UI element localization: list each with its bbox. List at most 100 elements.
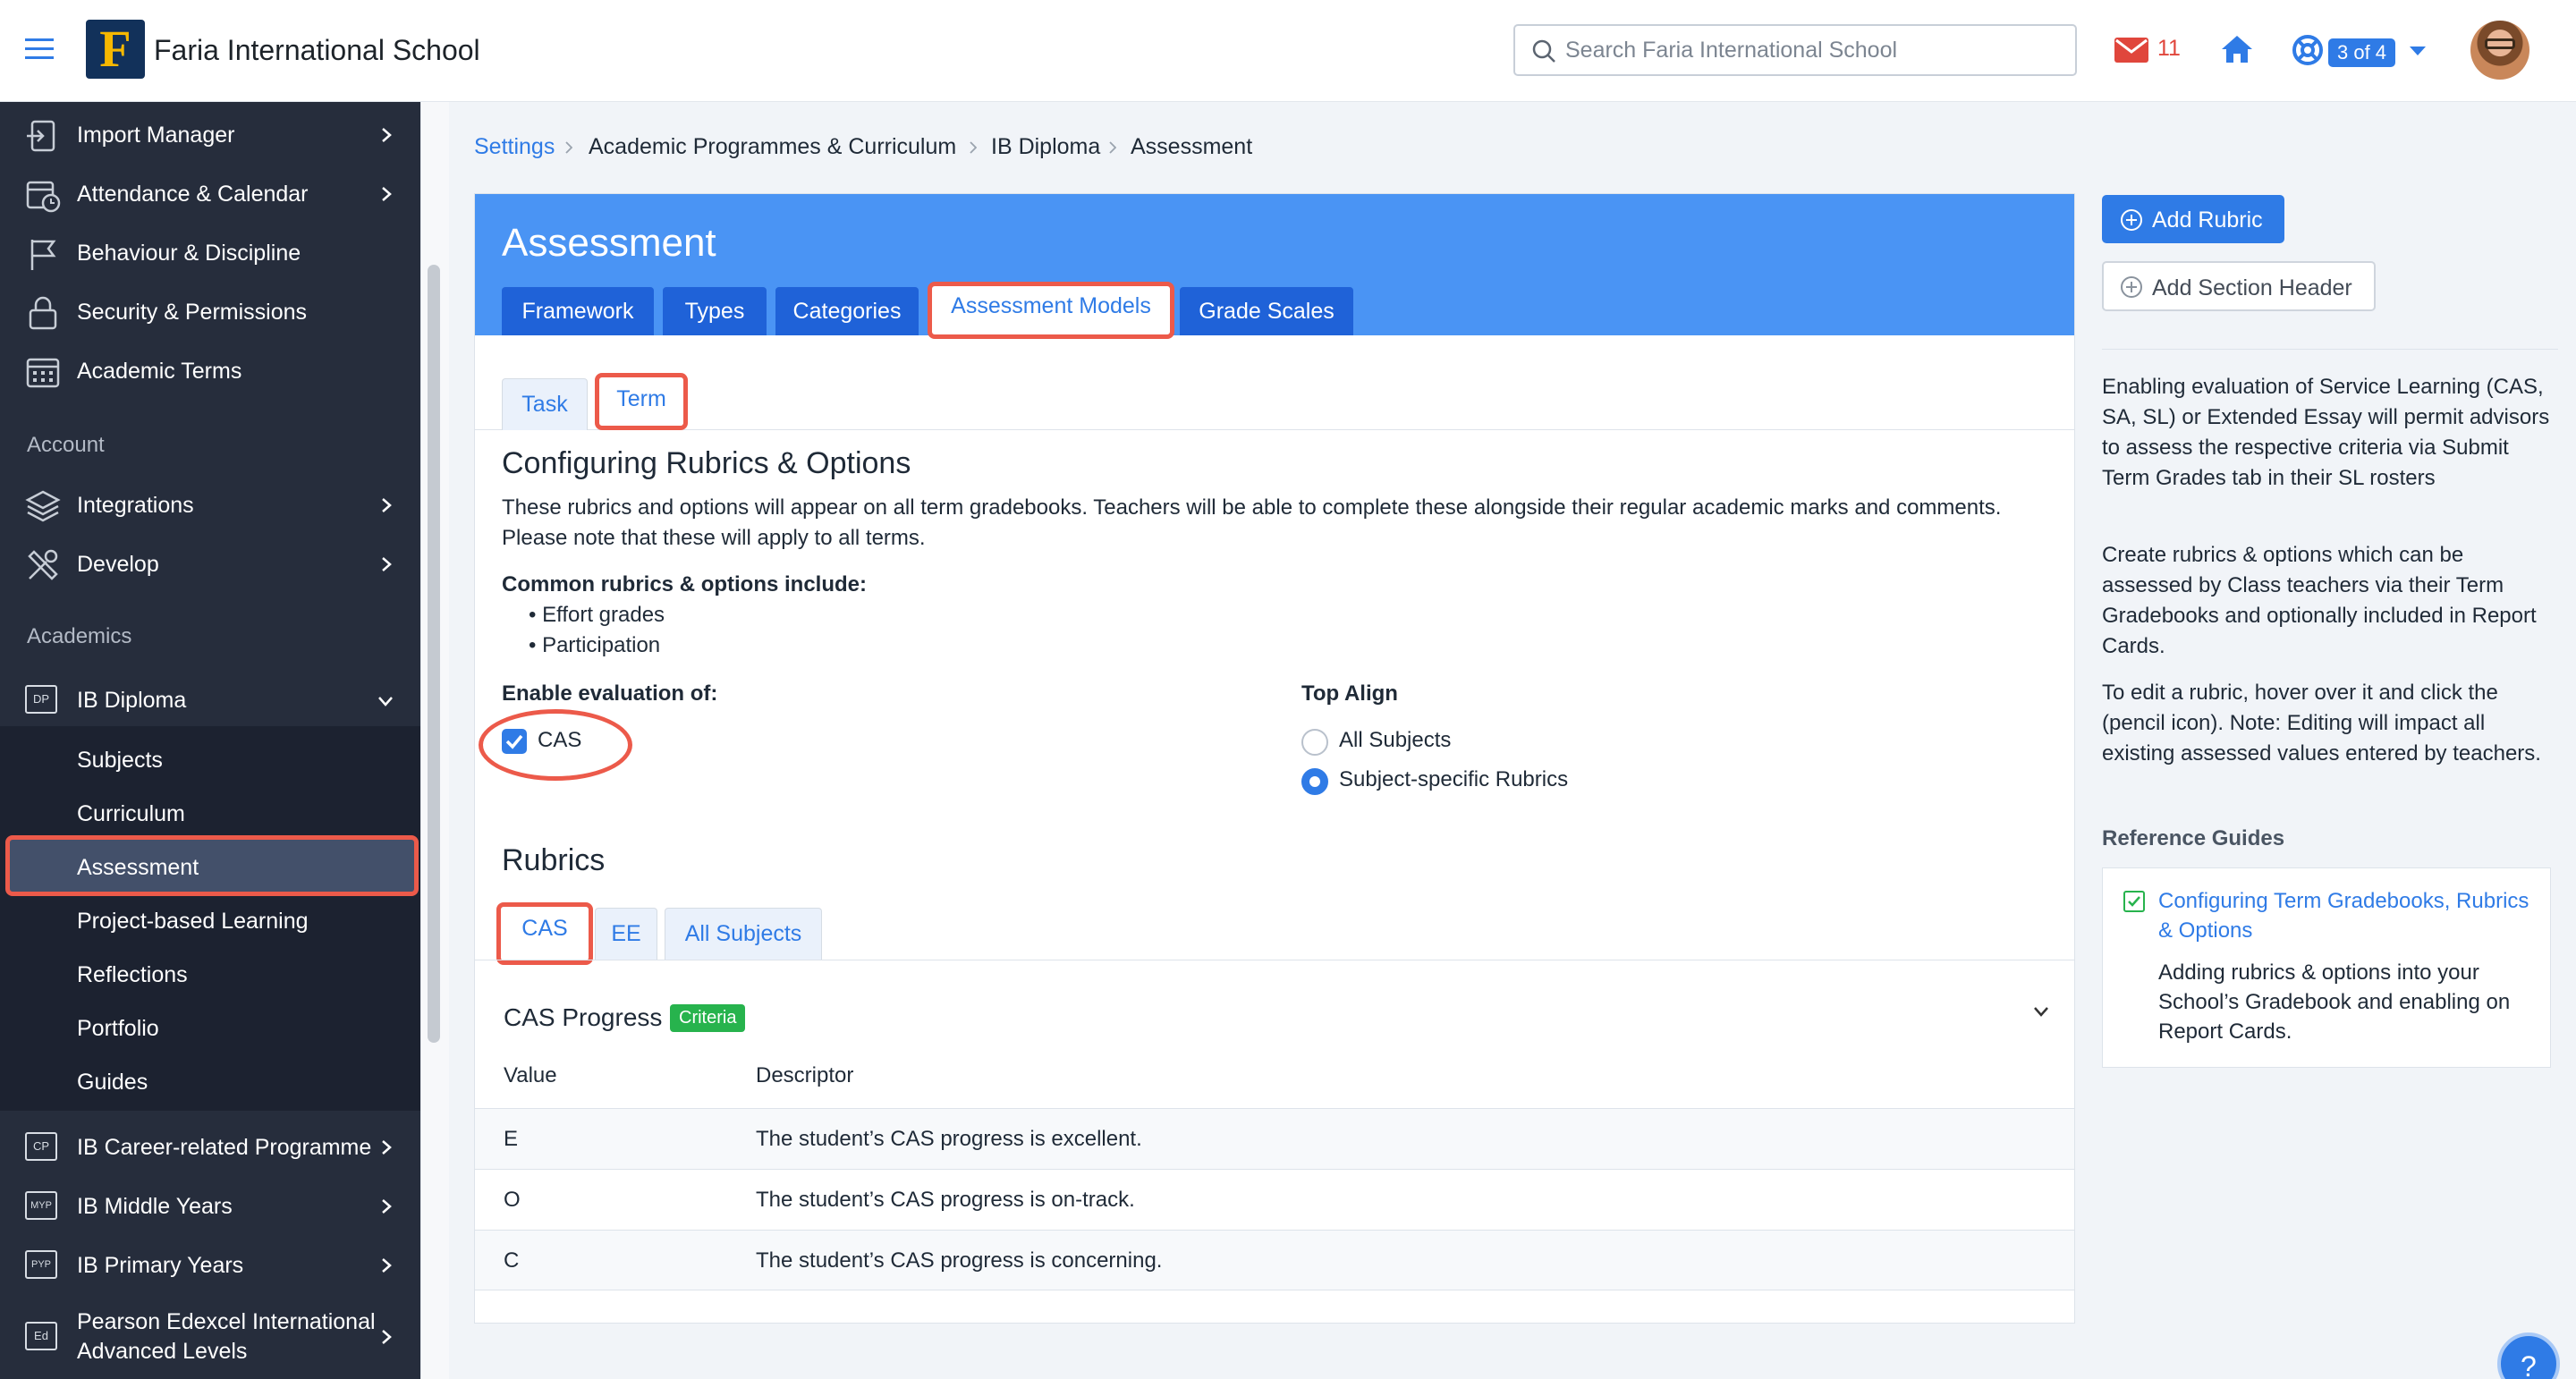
sidebar-item-ib-middle-years[interactable]: MYP IB Middle Years bbox=[0, 1179, 420, 1232]
radio-label-subject-specific[interactable]: Subject-specific Rubrics bbox=[1339, 765, 1568, 795]
subtab-term[interactable]: Term bbox=[595, 373, 688, 430]
breadcrumb-programmes[interactable]: Academic Programmes & Curriculum bbox=[589, 134, 956, 160]
table-row[interactable]: C The student’s CAS progress is concerni… bbox=[475, 1230, 2074, 1290]
reference-guide-card: Configuring Term Gradebooks, Rubrics & O… bbox=[2102, 867, 2551, 1068]
rubric-tab-cas[interactable]: CAS bbox=[496, 902, 593, 965]
page-title: Assessment bbox=[502, 221, 716, 265]
search-input[interactable] bbox=[1565, 35, 2066, 65]
lock-icon bbox=[25, 295, 61, 331]
breadcrumb-assessment: Assessment bbox=[1131, 134, 1253, 159]
top-header: F Faria International School 11 3 of 4 bbox=[0, 0, 2576, 102]
table-cell-value: O bbox=[504, 1188, 521, 1212]
dp-badge-icon: DP bbox=[25, 685, 57, 714]
radio-label-all-subjects[interactable]: All Subjects bbox=[1339, 725, 1451, 756]
breadcrumb-settings[interactable]: Settings bbox=[474, 134, 555, 160]
table-header-value: Value bbox=[504, 1063, 557, 1087]
sidebar-item-label: Import Manager bbox=[77, 123, 235, 148]
search-box[interactable] bbox=[1513, 24, 2077, 76]
submenu-item-assessment[interactable]: Assessment bbox=[77, 855, 199, 881]
table-cell-descriptor: The student’s CAS progress is on-track. bbox=[756, 1188, 1135, 1212]
add-rubric-button[interactable]: Add Rubric bbox=[2102, 195, 2284, 243]
help-icon: ? bbox=[2521, 1350, 2537, 1379]
sidebar-item-label: Security & Permissions bbox=[77, 300, 308, 325]
sidebar-item-label: Integrations bbox=[77, 493, 194, 518]
reference-guide-link[interactable]: Configuring Term Gradebooks, Rubrics & O… bbox=[2158, 886, 2534, 945]
sidebar-item-security-permissions[interactable]: Security & Permissions bbox=[0, 284, 420, 338]
tab-grade-scales[interactable]: Grade Scales bbox=[1180, 287, 1353, 335]
sidebar-item-ib-diploma[interactable]: DP IB Diploma bbox=[0, 673, 420, 726]
help-button[interactable]: ? bbox=[2497, 1332, 2560, 1379]
sidebar-scrollbar[interactable] bbox=[428, 265, 440, 1043]
sidebar-item-ib-career-related[interactable]: CP IB Career-related Programme bbox=[0, 1120, 420, 1173]
sidebar-item-label: Attendance & Calendar bbox=[77, 182, 309, 207]
chevron-right-icon bbox=[381, 1198, 392, 1214]
sidebar-item-develop[interactable]: Develop bbox=[0, 537, 420, 590]
plus-circle-icon bbox=[2120, 208, 2143, 232]
table-row[interactable]: E The student’s CAS progress is excellen… bbox=[475, 1108, 2074, 1169]
page-count-badge[interactable]: 3 of 4 bbox=[2328, 38, 2396, 67]
submenu-item-portfolio[interactable]: Portfolio bbox=[77, 1016, 159, 1042]
help-text-create: Create rubrics & options which can be as… bbox=[2102, 543, 2537, 658]
sidebar-item-ib-primary-years[interactable]: PYP IB Primary Years bbox=[0, 1238, 420, 1291]
subtabs-bar: Task Term bbox=[475, 335, 2074, 430]
sidebar-item-label: Develop bbox=[77, 552, 159, 577]
reference-guide-description: Adding rubrics & options into your Schoo… bbox=[2158, 960, 2511, 1044]
table-cell-value: E bbox=[504, 1127, 519, 1151]
common-title: Common rubrics & options include: bbox=[502, 572, 868, 596]
cp-badge-icon: CP bbox=[25, 1132, 57, 1161]
tab-framework[interactable]: Framework bbox=[502, 287, 654, 335]
lifebuoy-icon[interactable] bbox=[2292, 34, 2324, 66]
sidebar-item-import-manager[interactable]: Import Manager bbox=[0, 107, 420, 161]
layers-icon bbox=[25, 488, 61, 524]
add-section-header-button[interactable]: Add Section Header bbox=[2102, 261, 2376, 311]
myp-badge-icon: MYP bbox=[25, 1191, 57, 1220]
sidebar-item-label: IB Middle Years bbox=[77, 1194, 233, 1219]
tab-categories[interactable]: Categories bbox=[775, 287, 919, 335]
submenu-item-reflections[interactable]: Reflections bbox=[77, 962, 188, 988]
table-cell-descriptor: The student’s CAS progress is excellent. bbox=[756, 1127, 1142, 1151]
subtab-task[interactable]: Task bbox=[502, 378, 588, 430]
common-item: • Participation bbox=[529, 633, 661, 657]
submenu-item-subjects[interactable]: Subjects bbox=[77, 748, 163, 774]
home-icon[interactable] bbox=[2220, 34, 2254, 64]
chevron-down-icon[interactable] bbox=[2033, 1006, 2049, 1017]
sidebar-item-behaviour-discipline[interactable]: Behaviour & Discipline bbox=[0, 225, 420, 279]
tab-types[interactable]: Types bbox=[663, 287, 767, 335]
cas-checkbox-label[interactable]: CAS bbox=[538, 725, 581, 756]
sidebar-item-integrations[interactable]: Integrations bbox=[0, 478, 420, 531]
sidebar-item-academic-terms[interactable]: Academic Terms bbox=[0, 343, 420, 397]
ed-badge-icon: Ed bbox=[25, 1322, 57, 1350]
rubric-tab-all-subjects[interactable]: All Subjects bbox=[665, 908, 822, 960]
table-row[interactable]: O The student’s CAS progress is on-track… bbox=[475, 1169, 2074, 1230]
sidebar-section-academics: Academics bbox=[27, 624, 132, 648]
school-name[interactable]: Faria International School bbox=[154, 34, 480, 67]
cas-checkbox[interactable] bbox=[502, 729, 527, 754]
submenu-item-project-based-learning[interactable]: Project-based Learning bbox=[77, 909, 309, 935]
flag-icon bbox=[25, 236, 61, 272]
sidebar-item-label: Pearson Edexcel International Advanced L… bbox=[77, 1309, 376, 1364]
criteria-badge: Criteria bbox=[670, 1004, 746, 1032]
tab-assessment-models[interactable]: Assessment Models bbox=[928, 282, 1174, 339]
add-rubric-label: Add Rubric bbox=[2152, 207, 2263, 233]
sidebar-item-label: Academic Terms bbox=[77, 359, 242, 384]
config-title: Configuring Rubrics & Options bbox=[502, 446, 911, 480]
submenu-item-guides[interactable]: Guides bbox=[77, 1070, 148, 1096]
user-avatar[interactable] bbox=[2470, 21, 2529, 80]
radio-all-subjects[interactable] bbox=[1301, 729, 1328, 756]
hamburger-menu-icon[interactable] bbox=[25, 36, 55, 63]
school-logo[interactable]: F bbox=[86, 20, 145, 79]
sidebar-active-highlight[interactable] bbox=[5, 835, 419, 896]
sidebar-item-label: IB Career-related Programme bbox=[77, 1135, 372, 1160]
rubric-name[interactable]: CAS Progress bbox=[504, 1003, 662, 1033]
right-panel-divider bbox=[2102, 349, 2558, 350]
radio-subject-specific[interactable] bbox=[1301, 768, 1328, 795]
breadcrumb-ib-diploma[interactable]: IB Diploma bbox=[991, 134, 1100, 160]
reference-guides-title: Reference Guides bbox=[2102, 826, 2285, 850]
mail-count[interactable]: 11 bbox=[2157, 36, 2181, 62]
sidebar-item-pearson-edexcel[interactable]: Ed Pearson Edexcel International Advance… bbox=[0, 1302, 420, 1374]
sidebar-item-attendance-calendar[interactable]: Attendance & Calendar bbox=[0, 166, 420, 220]
rubric-tab-ee[interactable]: EE bbox=[595, 908, 657, 960]
submenu-item-curriculum[interactable]: Curriculum bbox=[77, 801, 185, 827]
caret-down-icon[interactable] bbox=[2410, 47, 2426, 55]
mail-icon[interactable] bbox=[2114, 38, 2148, 63]
